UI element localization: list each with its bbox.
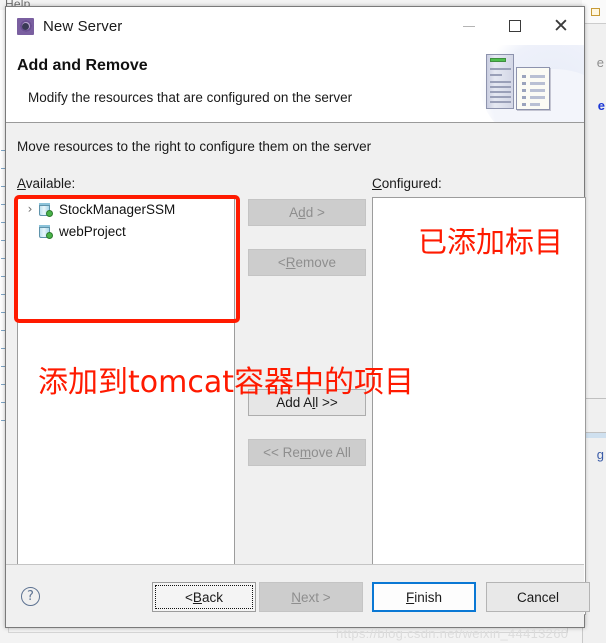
watermark: https://blog.csdn.net/weixin_44413260 — [336, 626, 569, 641]
add-all-button-pre: Add A — [276, 395, 313, 410]
close-icon[interactable]: ✕ — [538, 7, 584, 45]
back-button[interactable]: < Back — [152, 582, 256, 612]
document-icon — [516, 67, 550, 110]
finish-button-mnemonic: F — [405, 589, 415, 605]
available-resources-list[interactable]: › StockManagerSSM › webProject — [17, 197, 235, 615]
back-button-post: ack — [201, 589, 223, 605]
add-button-mnemonic: d — [298, 205, 306, 220]
next-button-post: ext > — [301, 589, 331, 605]
remove-all-button-mnemonic: m — [299, 445, 312, 460]
dialog-footer: ? < Back Next > Finish Cancel https://bl… — [6, 564, 590, 641]
finish-button[interactable]: Finish — [372, 582, 476, 612]
remove-all-button[interactable]: << Re m ove All — [248, 439, 366, 466]
wizard-header: Add and Remove Modify the resources that… — [6, 45, 584, 123]
maximize-icon[interactable] — [492, 7, 538, 45]
chevron-right-icon[interactable]: › — [22, 202, 38, 216]
background-right-glyph-1: e — [596, 55, 604, 70]
remove-button-mnemonic: R — [285, 255, 296, 270]
background-right-glyph-2: e — [597, 98, 605, 113]
next-button[interactable]: Next > — [259, 582, 363, 612]
finish-button-post: inish — [414, 589, 442, 605]
remove-all-button-post: ove All — [311, 445, 351, 460]
dialog-body: Move resources to the right to configure… — [6, 123, 586, 615]
page-subtitle: Modify the resources that are configured… — [28, 90, 353, 105]
list-item[interactable]: › webProject — [18, 220, 234, 242]
background-right-glyph-3: g — [596, 447, 604, 462]
project-jar-icon — [38, 202, 53, 217]
add-button-post: d > — [305, 205, 325, 220]
server-rack-and-document-icon — [472, 45, 584, 122]
available-label: Available: — [17, 176, 75, 191]
list-item-label: webProject — [59, 223, 126, 239]
remove-all-button-pre: << Re — [263, 445, 300, 460]
remove-button-post: emove — [295, 255, 337, 270]
configured-label: Configured: — [372, 176, 442, 191]
add-button[interactable]: Add > — [248, 199, 366, 226]
dialog-titlebar[interactable]: New Server ✕ — [6, 7, 584, 45]
list-item-label: StockManagerSSM — [59, 201, 176, 217]
background-folder-chip-icon — [591, 8, 600, 16]
help-icon[interactable]: ? — [21, 587, 40, 606]
page-title: Add and Remove — [17, 57, 148, 74]
remove-button-pre: < — [277, 255, 286, 270]
next-button-mnemonic: N — [291, 589, 302, 605]
configured-label-rest: onfigured: — [381, 176, 442, 191]
add-all-button-post: l >> — [315, 395, 338, 410]
new-server-dialog: New Server ✕ Add and Remove Modify the r… — [5, 6, 590, 641]
window-title: New Server — [43, 17, 123, 35]
project-jar-icon — [38, 224, 53, 239]
cancel-button-label: Cancel — [516, 589, 560, 605]
minimize-icon[interactable] — [446, 7, 492, 45]
back-button-mnemonic: B — [192, 589, 202, 605]
available-label-rest: vailable: — [25, 176, 76, 191]
list-item[interactable]: › StockManagerSSM — [18, 198, 234, 220]
cancel-button[interactable]: Cancel — [486, 582, 590, 612]
configured-resources-list[interactable] — [372, 197, 586, 615]
back-button-pre: < — [185, 589, 193, 605]
remove-button[interactable]: < Remove — [248, 249, 366, 276]
instruction-text: Move resources to the right to configure… — [17, 139, 372, 154]
server-wizard-icon — [17, 17, 34, 35]
window-controls: ✕ — [446, 7, 584, 45]
add-button-pre: A — [289, 205, 299, 220]
available-label-mnemonic: A — [17, 176, 26, 191]
add-all-button[interactable]: Add All >> — [248, 389, 366, 416]
configured-label-mnemonic: C — [372, 176, 382, 191]
server-rack-icon — [486, 54, 514, 109]
